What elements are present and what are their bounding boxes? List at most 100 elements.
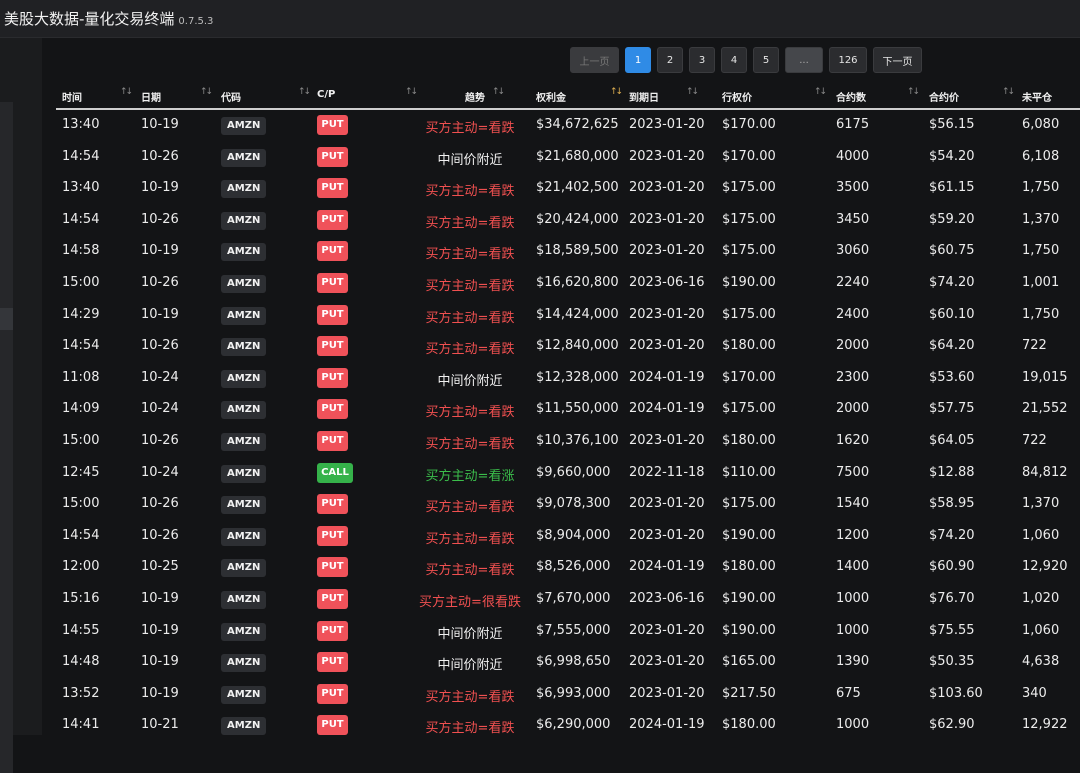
- cell-time: 13:52: [62, 685, 100, 701]
- table-row[interactable]: 14:55 10-19 AMZN PUT 中间价附近 $7,555,000 2023-01-…: [56, 615, 1080, 646]
- cell-time: 14:29: [62, 306, 100, 322]
- cell-strike: $175.00: [722, 496, 776, 512]
- ticker-badge: AMZN: [221, 433, 267, 451]
- column-header[interactable]: 到期日: [629, 89, 659, 104]
- cell-premium: $18,589,500: [536, 243, 619, 259]
- cell-trend: 买方主动=看跌: [425, 689, 515, 705]
- cell-strike: $175.00: [722, 401, 776, 417]
- cell-expiry: 2023-01-20: [629, 148, 705, 164]
- cell-contracts: 1540: [836, 496, 870, 512]
- cp-badge: PUT: [317, 557, 348, 578]
- cell-expiry: 2023-01-20: [629, 117, 705, 132]
- cell-premium: $8,904,000: [536, 527, 611, 543]
- column-header[interactable]: C/P: [317, 89, 335, 100]
- sort-icon[interactable]: ↑↓: [610, 87, 623, 97]
- cp-badge: PUT: [317, 115, 348, 135]
- cell-time: 14:54: [62, 338, 100, 354]
- table-row[interactable]: 14:54 10-26 AMZN PUT 买方主动=看跌 $8,904,000 2023-0…: [56, 520, 1080, 551]
- table-row[interactable]: 15:00 10-26 AMZN PUT 买方主动=看跌 $9,078,300 2023-0…: [56, 488, 1080, 519]
- table-row[interactable]: 15:00 10-26 AMZN PUT 买方主动=看跌 $10,376,100 2023-…: [56, 425, 1080, 456]
- column-header[interactable]: 合约数: [836, 89, 866, 104]
- table-row[interactable]: 15:00 10-26 AMZN PUT 买方主动=看跌 $16,620,800 2023-…: [56, 267, 1080, 298]
- cell-trend: 买方主动=看跌: [425, 721, 515, 737]
- column-header[interactable]: 趋势: [465, 89, 485, 104]
- cell-premium: $6,998,650: [536, 654, 611, 670]
- sort-icon[interactable]: ↑↓: [200, 87, 213, 97]
- table-row[interactable]: 11:08 10-24 AMZN PUT 中间价附近 $12,328,000 2024-01…: [56, 362, 1080, 393]
- column-header[interactable]: 代码: [221, 89, 241, 104]
- cell-open-interest: 340: [1022, 685, 1047, 701]
- table-row[interactable]: 13:52 10-19 AMZN PUT 买方主动=看跌 $6,993,000 2023-0…: [56, 678, 1080, 709]
- cell-contract-price: $60.75: [929, 243, 975, 259]
- table-row[interactable]: 14:48 10-19 AMZN PUT 中间价附近 $6,998,650 2023-01-…: [56, 646, 1080, 677]
- cell-expiry: 2023-06-16: [629, 591, 705, 606]
- column-header[interactable]: 行权价: [722, 89, 752, 104]
- page-button[interactable]: 2: [657, 47, 683, 73]
- column-header[interactable]: 合约价: [929, 89, 959, 104]
- next-page-button[interactable]: 下一页: [873, 47, 922, 73]
- cell-open-interest: 6,108: [1022, 148, 1060, 164]
- cell-date: 10-24: [141, 464, 179, 480]
- ticker-badge: AMZN: [221, 527, 267, 546]
- column-header[interactable]: 未平仓: [1022, 89, 1052, 104]
- cell-expiry: 2023-01-20: [629, 496, 705, 512]
- sort-icon[interactable]: ↑↓: [405, 87, 418, 97]
- table-row[interactable]: 14:29 10-19 AMZN PUT 买方主动=看跌 $14,424,000 2023-…: [56, 299, 1080, 330]
- table-row[interactable]: 14:58 10-19 AMZN PUT 买方主动=看跌 $18,589,500 2023-…: [56, 235, 1080, 266]
- page-button[interactable]: 1: [625, 47, 651, 73]
- table-row[interactable]: 14:54 10-26 AMZN PUT 买方主动=看跌 $12,840,000 2023-…: [56, 330, 1080, 361]
- table-row[interactable]: 14:54 10-26 AMZN PUT 买方主动=看跌 $20,424,000 2023-…: [56, 204, 1080, 235]
- cell-trend: 买方主动=看涨: [425, 468, 515, 484]
- cell-open-interest: 1,001: [1022, 275, 1060, 290]
- sort-icon[interactable]: ↑↓: [298, 87, 311, 97]
- cell-contracts: 6175: [836, 117, 870, 132]
- column-header[interactable]: 权利金: [536, 89, 566, 104]
- table-row[interactable]: 12:45 10-24 AMZN CALL 买方主动=看涨 $9,660,000 2022-…: [56, 457, 1080, 488]
- table-row[interactable]: 14:09 10-24 AMZN PUT 买方主动=看跌 $11,550,000 2024-…: [56, 393, 1080, 424]
- cell-premium: $20,424,000: [536, 211, 619, 227]
- table-row[interactable]: 12:00 10-25 AMZN PUT 买方主动=看跌 $8,526,000 2024-0…: [56, 551, 1080, 582]
- ticker-badge: AMZN: [221, 369, 267, 388]
- page-button[interactable]: ...: [785, 47, 823, 73]
- prev-page-button[interactable]: 上一页: [570, 47, 619, 73]
- sort-icon[interactable]: ↑↓: [1002, 87, 1015, 97]
- cell-trend: 买方主动=看跌: [425, 310, 515, 326]
- sort-icon[interactable]: ↑↓: [492, 87, 505, 97]
- cell-contracts: 1000: [836, 591, 870, 606]
- page-button[interactable]: 5: [753, 47, 779, 73]
- cell-expiry: 2023-06-16: [629, 275, 705, 290]
- cell-open-interest: 1,750: [1022, 243, 1060, 259]
- page-button[interactable]: 4: [721, 47, 747, 73]
- cell-trend: 买方主动=看跌: [425, 184, 515, 200]
- cell-contract-price: $59.20: [929, 211, 975, 227]
- cell-expiry: 2023-01-20: [629, 654, 705, 670]
- pagination: 上一页 1 2 3 4 5... 126 下一页: [570, 47, 922, 73]
- table-row[interactable]: 13:40 10-19 AMZN PUT 买方主动=看跌 $34,672,625 2023-…: [56, 109, 1080, 140]
- sort-icon[interactable]: ↑↓: [686, 87, 699, 97]
- cell-open-interest: 1,370: [1022, 211, 1060, 227]
- table-row[interactable]: 14:54 10-26 AMZN PUT 中间价附近 $21,680,000 2023-01…: [56, 141, 1080, 172]
- cell-open-interest: 1,060: [1022, 527, 1060, 543]
- sort-icon[interactable]: ↑↓: [120, 87, 133, 97]
- cell-contract-price: $54.20: [929, 148, 975, 164]
- table-row[interactable]: 14:41 10-21 AMZN PUT 买方主动=看跌 $6,290,000 2024-0…: [56, 709, 1080, 740]
- cell-open-interest: 19,015: [1022, 369, 1068, 385]
- table-row[interactable]: 13:40 10-19 AMZN PUT 买方主动=看跌 $21,402,500 2023-…: [56, 172, 1080, 203]
- page-button[interactable]: 126: [829, 47, 867, 73]
- sort-icon[interactable]: ↑↓: [907, 87, 920, 97]
- cell-premium: $21,402,500: [536, 180, 619, 196]
- page-button[interactable]: 3: [689, 47, 715, 73]
- ticker-badge: AMZN: [221, 211, 267, 230]
- cell-trend: 买方主动=看跌: [425, 500, 515, 516]
- cell-contracts: 2000: [836, 401, 870, 417]
- sidebar-active-item[interactable]: [0, 308, 13, 330]
- sort-icon[interactable]: ↑↓: [814, 87, 827, 97]
- column-header[interactable]: 时间: [62, 89, 82, 104]
- ticker-badge: AMZN: [221, 654, 267, 673]
- cell-contracts: 2000: [836, 338, 870, 354]
- column-header[interactable]: 日期: [141, 89, 161, 104]
- cell-date: 10-25: [141, 559, 179, 575]
- cell-premium: $9,660,000: [536, 464, 611, 480]
- table-row[interactable]: 15:16 10-19 AMZN PUT 买方主动=很看跌 $7,670,000 2023-…: [56, 583, 1080, 614]
- cell-premium: $8,526,000: [536, 559, 611, 575]
